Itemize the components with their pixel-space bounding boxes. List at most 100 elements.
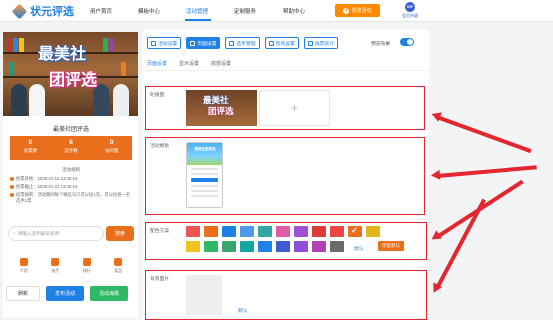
- rule-text: 投票规则：活动期间每个微信号只可以投1次，可以投给一名选手1票: [16, 192, 131, 203]
- color-swatch[interactable]: [204, 226, 218, 237]
- preview-toggle[interactable]: [400, 38, 414, 46]
- activity-poster-button[interactable]: 活动海报: [90, 286, 128, 301]
- color-swatch[interactable]: [330, 241, 344, 252]
- preview-actions: 刷新 发布活动 活动海报: [3, 286, 138, 301]
- background-image-thumb[interactable]: [186, 275, 222, 315]
- color-swatch[interactable]: [330, 226, 344, 237]
- search-icon: ○: [13, 231, 16, 236]
- search-placeholder: 请输入选手编号/名称: [17, 230, 60, 236]
- page-settings-panel: 活动设置 页面设置 选手管理 现场设置 投票统计 预览效果 页面设置 显示设置 …: [143, 30, 429, 320]
- tab-prizes[interactable]: 奖品: [108, 258, 128, 278]
- restore-default-button[interactable]: 恢复默认: [378, 241, 404, 251]
- tab-label: 排行: [82, 268, 91, 273]
- rule-vote: 投票规则：活动期间每个微信号只可以投1次，可以投给一名选手1票: [10, 192, 132, 204]
- settings-toolbar: 活动设置 页面设置 选手管理 现场设置 投票统计: [147, 37, 339, 49]
- color-swatch[interactable]: [240, 226, 254, 237]
- color-swatch[interactable]: [222, 241, 236, 252]
- template-phone-title: 最美社团评选: [194, 147, 216, 151]
- tab-label: 选手: [51, 268, 60, 273]
- template-section: 活动模板 最美社团评选: [145, 137, 425, 215]
- color-swatch[interactable]: [312, 241, 326, 252]
- vip-upgrade[interactable]: VIP 会员升级: [392, 2, 428, 19]
- search-button[interactable]: 搜索: [106, 226, 134, 241]
- nav-template-center[interactable]: 模板中心: [138, 7, 160, 15]
- chart-icon: [307, 40, 313, 46]
- stat-label: 总票数: [23, 148, 38, 153]
- tab-contestants[interactable]: 选手: [45, 258, 65, 278]
- color-swatch[interactable]: [294, 226, 308, 237]
- tool-label: 页面设置: [197, 41, 217, 47]
- nav-user-home[interactable]: 用户首页: [90, 7, 112, 15]
- stat-value: 6: [69, 139, 73, 146]
- color-default-link[interactable]: 默认: [354, 245, 364, 252]
- color-swatch[interactable]: [186, 241, 200, 252]
- brand-logo[interactable]: 状元评选: [11, 3, 74, 19]
- tab-intro[interactable]: 介绍: [14, 258, 34, 278]
- color-swatch[interactable]: [276, 226, 290, 237]
- publish-activity-button[interactable]: 发布活动: [46, 286, 84, 301]
- ranking-icon: [82, 258, 91, 266]
- background-image-section: 背景图片 默认: [145, 270, 427, 320]
- search-input[interactable]: ○ 请输入选手编号/名称: [8, 226, 104, 241]
- tab-label: 介绍: [19, 268, 28, 273]
- tool-label: 投票统计: [314, 41, 335, 47]
- contest-info-card: 最美社团评选 0 总票数 6 选手数 0 访问量 活动规则 投票开始：2025-…: [8, 120, 134, 220]
- rule-start: 投票开始：2025-01-16 13:45:16: [10, 176, 77, 182]
- create-activity-button[interactable]: + 创建活动: [335, 4, 380, 17]
- subtab-divider: [143, 70, 429, 71]
- user-icon: [51, 258, 60, 266]
- carousel-image-thumb[interactable]: 最美社 团评选: [186, 90, 257, 126]
- gift-icon: [114, 258, 123, 266]
- color-swatch[interactable]: [258, 226, 272, 237]
- tab-ranking[interactable]: 排行: [77, 258, 97, 278]
- color-swatch[interactable]: [348, 226, 362, 237]
- color-swatch[interactable]: [366, 226, 380, 237]
- users-icon: [229, 40, 235, 46]
- clock-icon: [10, 177, 14, 181]
- nav-custom-service[interactable]: 定制服务: [234, 7, 256, 15]
- plus-icon: +: [343, 7, 350, 14]
- brand-logo-icon: [11, 3, 28, 19]
- section-label: 轮播图: [150, 93, 165, 98]
- color-swatch[interactable]: [294, 241, 308, 252]
- color-swatch[interactable]: [258, 241, 272, 252]
- color-swatch[interactable]: [222, 226, 236, 237]
- color-swatch[interactable]: [312, 226, 326, 237]
- stat-label: 访问量: [104, 148, 119, 153]
- refresh-button[interactable]: 刷新: [6, 286, 40, 301]
- add-carousel-image-button[interactable]: +: [259, 90, 330, 126]
- mobile-preview: 最美社 团评选 最美社团评选 0 总票数 6 选手数 0 访问量 活动规则 投票…: [3, 32, 138, 318]
- color-scheme-section: 配色方案 默认 恢复默认: [145, 222, 427, 260]
- top-navigation-bar: 状元评选 用户首页 模板中心 活动管理 定制服务 帮助中心 + 创建活动 VIP…: [0, 0, 553, 22]
- nav-help-center[interactable]: 帮助中心: [283, 7, 305, 15]
- section-label: 配色方案: [150, 229, 170, 234]
- vote-stats-tab[interactable]: 投票统计: [303, 37, 339, 49]
- tool-label: 活动设置: [158, 41, 178, 47]
- background-default-link[interactable]: 默认: [238, 307, 248, 314]
- activity-settings-tab[interactable]: 活动设置: [147, 37, 182, 49]
- stat-value: 0: [28, 139, 33, 146]
- rules-title: 活动规则: [62, 167, 80, 172]
- nav-activity-manage[interactable]: 活动管理: [186, 7, 208, 15]
- nav-active-underline: [185, 19, 211, 21]
- rule-text: 投票截止：2025-01-22 13:45:16: [16, 184, 78, 189]
- tool-label: 选手管理: [236, 41, 256, 47]
- brand-name: 状元评选: [30, 6, 74, 18]
- page-settings-tab[interactable]: 页面设置: [186, 37, 221, 49]
- color-swatch[interactable]: [276, 241, 290, 252]
- color-swatch[interactable]: [204, 241, 218, 252]
- vip-badge-icon: VIP: [405, 2, 415, 12]
- stat-value: 0: [109, 139, 114, 146]
- poster-title-line1: 最美社: [38, 46, 87, 63]
- rule-end: 投票截止：2025-01-22 13:45:16: [10, 184, 77, 190]
- preview-poster: 最美社 团评选: [3, 32, 138, 116]
- page-icon: [190, 40, 196, 46]
- contestant-manage-tab[interactable]: 选手管理: [225, 37, 260, 49]
- color-swatch[interactable]: [240, 241, 254, 252]
- color-swatch[interactable]: [186, 226, 200, 237]
- cover-carousel-section: 轮播图 最美社 团评选 +: [145, 86, 425, 130]
- preview-toggle-label: 预览效果: [371, 42, 391, 47]
- info-icon: [10, 193, 14, 197]
- live-settings-tab[interactable]: 现场设置: [264, 37, 299, 49]
- template-preview-phone[interactable]: 最美社团评选: [186, 142, 223, 208]
